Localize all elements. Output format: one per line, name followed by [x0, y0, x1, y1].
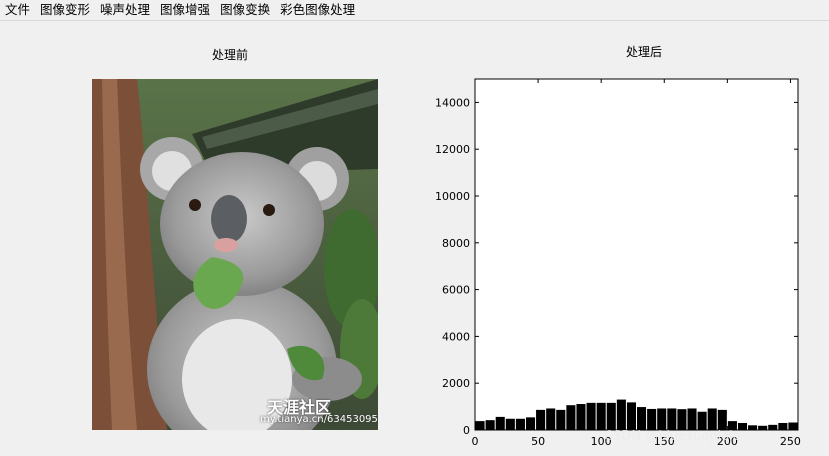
csdn-watermark: CSDN @bluezuoplolo	[604, 429, 741, 444]
histogram-bar	[717, 409, 727, 430]
histogram-bar	[556, 409, 566, 430]
menu-image-transform[interactable]: 图像变形	[35, 0, 95, 20]
histogram-bar	[647, 408, 657, 430]
before-title: 处理前	[211, 48, 248, 62]
histogram-bar	[687, 408, 697, 430]
histogram-bar	[788, 422, 798, 430]
histogram-bar	[606, 402, 616, 430]
y-tick-label: 2000	[442, 377, 470, 390]
histogram-bar	[697, 411, 707, 430]
histogram-bar	[758, 425, 768, 430]
tianya-url: my.tianya.cn/63453095	[260, 414, 378, 425]
histogram-bar	[485, 420, 495, 430]
y-tick-label: 0	[463, 424, 470, 437]
histogram-bar	[536, 409, 546, 430]
y-tick-label: 14000	[435, 96, 470, 109]
koala-picture	[92, 79, 378, 430]
y-tick-label: 6000	[442, 284, 470, 297]
histogram-bar	[768, 424, 778, 430]
y-tick-label: 8000	[442, 237, 470, 250]
histogram-bar	[667, 408, 677, 430]
histogram-bar	[616, 399, 626, 430]
histogram-bar	[546, 408, 556, 430]
histogram-bar	[495, 416, 505, 430]
histogram-bar	[596, 402, 606, 430]
x-tick-label: 250	[780, 435, 801, 448]
menu-color[interactable]: 彩色图像处理	[275, 0, 360, 20]
y-tick-label: 4000	[442, 330, 470, 343]
histogram-bar	[586, 402, 596, 430]
histogram-bar	[515, 418, 525, 430]
histogram-bar	[748, 425, 758, 430]
histogram-bar	[525, 417, 536, 430]
histogram-bar	[626, 402, 636, 430]
histogram-bar	[657, 408, 667, 430]
histogram-bar	[566, 405, 576, 430]
menu-file[interactable]: 文件	[0, 0, 35, 20]
menu-transform[interactable]: 图像变换	[215, 0, 275, 20]
histogram-bar	[707, 408, 717, 430]
y-tick-label: 10000	[435, 190, 470, 203]
x-tick-label: 50	[531, 435, 545, 448]
menu-bar: 文件 图像变形 噪声处理 图像增强 图像变换 彩色图像处理	[0, 0, 829, 21]
histogram-bar	[677, 409, 687, 430]
after-title: 处理后	[625, 45, 662, 59]
x-tick-label: 0	[472, 435, 479, 448]
y-tick-label: 12000	[435, 143, 470, 156]
histogram-bar	[505, 418, 515, 430]
menu-enhance[interactable]: 图像增强	[155, 0, 215, 20]
menu-noise[interactable]: 噪声处理	[95, 0, 155, 20]
koala-image: 天涯社区 my.tianya.cn/63453095	[92, 79, 378, 430]
histogram-bar	[475, 421, 485, 430]
histogram-chart: 020004000600080001000012000140000 50 100 15…	[435, 78, 801, 448]
histogram-bar	[778, 422, 788, 430]
histogram-bar	[637, 407, 647, 430]
plot-area	[475, 79, 798, 430]
histogram-bar	[576, 404, 586, 430]
